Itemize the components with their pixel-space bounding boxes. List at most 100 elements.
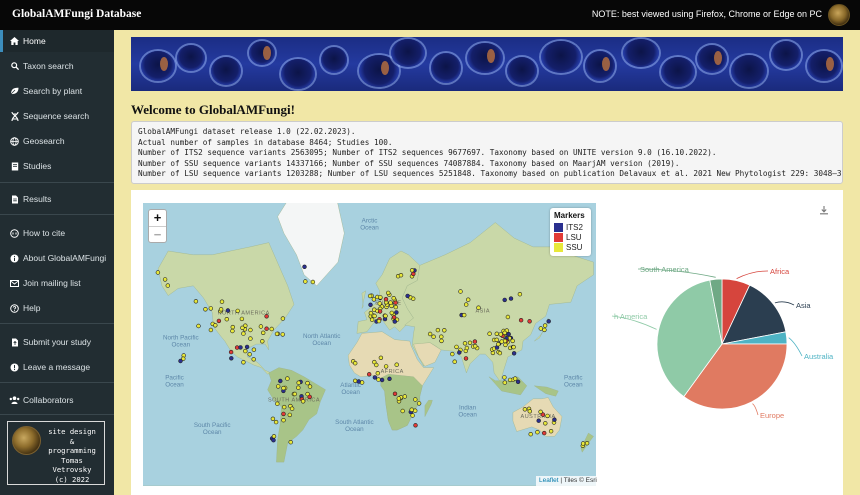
sampling-site-marker[interactable] bbox=[472, 339, 478, 344]
sidebar-item-help[interactable]: Help bbox=[0, 297, 114, 319]
sampling-site-marker[interactable] bbox=[498, 332, 503, 337]
sampling-site-marker[interactable] bbox=[367, 372, 372, 377]
sampling-site-marker[interactable] bbox=[511, 351, 517, 356]
sampling-site-marker[interactable] bbox=[499, 339, 504, 344]
sampling-site-marker[interactable] bbox=[410, 413, 415, 418]
sampling-site-marker[interactable] bbox=[413, 423, 418, 428]
sampling-site-marker[interactable] bbox=[402, 394, 407, 399]
sampling-site-marker[interactable] bbox=[310, 279, 316, 285]
sampling-site-marker[interactable] bbox=[285, 376, 290, 381]
sidebar-item-search-by-plant[interactable]: Search by plant bbox=[0, 80, 114, 102]
sampling-site-marker[interactable] bbox=[369, 317, 375, 322]
sampling-site-marker[interactable] bbox=[383, 313, 388, 319]
sampling-site-marker[interactable] bbox=[487, 331, 492, 336]
sampling-site-marker[interactable] bbox=[548, 429, 554, 434]
sampling-site-marker[interactable] bbox=[371, 297, 377, 302]
sampling-site-marker[interactable] bbox=[527, 409, 532, 414]
sampling-site-marker[interactable] bbox=[510, 338, 515, 344]
app-title[interactable]: GlobalAMFungi Database bbox=[12, 8, 141, 20]
sampling-site-marker[interactable] bbox=[281, 411, 286, 417]
sampling-site-marker[interactable] bbox=[391, 295, 396, 301]
sampling-site-marker[interactable] bbox=[251, 347, 257, 352]
sampling-site-marker[interactable] bbox=[225, 308, 231, 313]
sampling-site-marker[interactable] bbox=[439, 334, 444, 339]
sampling-site-marker[interactable] bbox=[473, 343, 478, 349]
sampling-site-marker[interactable] bbox=[376, 377, 381, 382]
sampling-site-marker[interactable] bbox=[353, 378, 358, 384]
sampling-site-marker[interactable] bbox=[389, 310, 395, 316]
sampling-site-marker[interactable] bbox=[393, 304, 399, 310]
sampling-site-marker[interactable] bbox=[280, 316, 286, 321]
sampling-site-marker[interactable] bbox=[496, 342, 501, 347]
sampling-site-marker[interactable] bbox=[239, 316, 245, 322]
sampling-site-marker[interactable] bbox=[457, 350, 462, 355]
sampling-site-marker[interactable] bbox=[302, 264, 307, 269]
sampling-site-marker[interactable] bbox=[383, 364, 389, 369]
sampling-site-marker[interactable] bbox=[307, 384, 313, 389]
sampling-site-marker[interactable] bbox=[398, 272, 404, 278]
sampling-site-marker[interactable] bbox=[527, 319, 532, 324]
sidebar-item-how-to-cite[interactable]: How to cite bbox=[0, 222, 114, 244]
sampling-site-marker[interactable] bbox=[377, 309, 383, 314]
sampling-site-marker[interactable] bbox=[376, 318, 382, 324]
sampling-site-marker[interactable] bbox=[383, 296, 389, 302]
sampling-site-marker[interactable] bbox=[244, 344, 250, 350]
sampling-site-marker[interactable] bbox=[505, 314, 511, 320]
sampling-site-marker[interactable] bbox=[545, 413, 550, 419]
sampling-site-marker[interactable] bbox=[464, 345, 470, 351]
sampling-site-marker[interactable] bbox=[427, 331, 433, 337]
sampling-site-marker[interactable] bbox=[378, 355, 384, 361]
sampling-site-marker[interactable] bbox=[273, 419, 279, 425]
sampling-site-marker[interactable] bbox=[208, 306, 214, 311]
sampling-site-marker[interactable] bbox=[367, 293, 373, 299]
sampling-site-marker[interactable] bbox=[305, 380, 310, 386]
sampling-site-marker[interactable] bbox=[288, 440, 293, 445]
sampling-site-marker[interactable] bbox=[235, 308, 240, 314]
sampling-site-marker[interactable] bbox=[386, 290, 391, 296]
sampling-site-marker[interactable] bbox=[379, 377, 385, 383]
sidebar-item-mailing-list[interactable]: Join mailing list bbox=[0, 272, 114, 294]
sampling-site-marker[interactable] bbox=[467, 340, 473, 346]
sampling-site-marker[interactable] bbox=[269, 326, 274, 332]
sampling-site-marker[interactable] bbox=[552, 417, 557, 422]
sampling-site-marker[interactable] bbox=[535, 430, 540, 435]
sidebar-item-studies[interactable]: Studies bbox=[0, 155, 114, 177]
sampling-site-marker[interactable] bbox=[372, 313, 377, 319]
sampling-site-marker[interactable] bbox=[405, 293, 410, 299]
sampling-site-marker[interactable] bbox=[238, 345, 243, 350]
sampling-site-marker[interactable] bbox=[518, 317, 524, 323]
sampling-site-marker[interactable] bbox=[476, 305, 481, 310]
sampling-site-marker[interactable] bbox=[218, 307, 224, 312]
sampling-site-marker[interactable] bbox=[287, 412, 293, 418]
sampling-site-marker[interactable] bbox=[307, 394, 312, 400]
sampling-site-marker[interactable] bbox=[452, 359, 457, 364]
sampling-site-marker[interactable] bbox=[511, 344, 516, 350]
sampling-site-marker[interactable] bbox=[413, 408, 418, 413]
sampling-site-marker[interactable] bbox=[196, 323, 201, 329]
sidebar-item-about[interactable]: About GlobalAMFungi bbox=[0, 247, 114, 269]
sampling-site-marker[interactable] bbox=[502, 297, 507, 303]
sampling-site-marker[interactable] bbox=[216, 318, 222, 324]
sampling-site-marker[interactable] bbox=[396, 396, 402, 401]
sampling-site-marker[interactable] bbox=[374, 362, 379, 368]
sampling-site-marker[interactable] bbox=[296, 380, 301, 385]
sampling-site-marker[interactable] bbox=[517, 291, 523, 297]
sampling-site-marker[interactable] bbox=[503, 342, 508, 348]
sampling-site-marker[interactable] bbox=[228, 349, 234, 355]
sampling-site-marker[interactable] bbox=[229, 356, 234, 361]
sampling-site-marker[interactable] bbox=[289, 406, 295, 411]
sampling-site-marker[interactable] bbox=[281, 418, 286, 423]
sampling-site-marker[interactable] bbox=[392, 391, 398, 397]
sampling-site-marker[interactable] bbox=[248, 327, 253, 333]
sampling-site-marker[interactable] bbox=[502, 380, 507, 385]
sampling-site-marker[interactable] bbox=[251, 357, 256, 362]
sampling-site-marker[interactable] bbox=[538, 326, 543, 331]
sidebar-item-leave-message[interactable]: Leave a message bbox=[0, 356, 114, 378]
sampling-site-marker[interactable] bbox=[387, 376, 392, 382]
sampling-site-marker[interactable] bbox=[413, 397, 418, 402]
sampling-site-marker[interactable] bbox=[208, 327, 214, 333]
sampling-site-marker[interactable] bbox=[580, 441, 586, 446]
sampling-site-marker[interactable] bbox=[258, 324, 264, 329]
sampling-site-marker[interactable] bbox=[275, 401, 280, 406]
sampling-site-marker[interactable] bbox=[538, 409, 543, 415]
